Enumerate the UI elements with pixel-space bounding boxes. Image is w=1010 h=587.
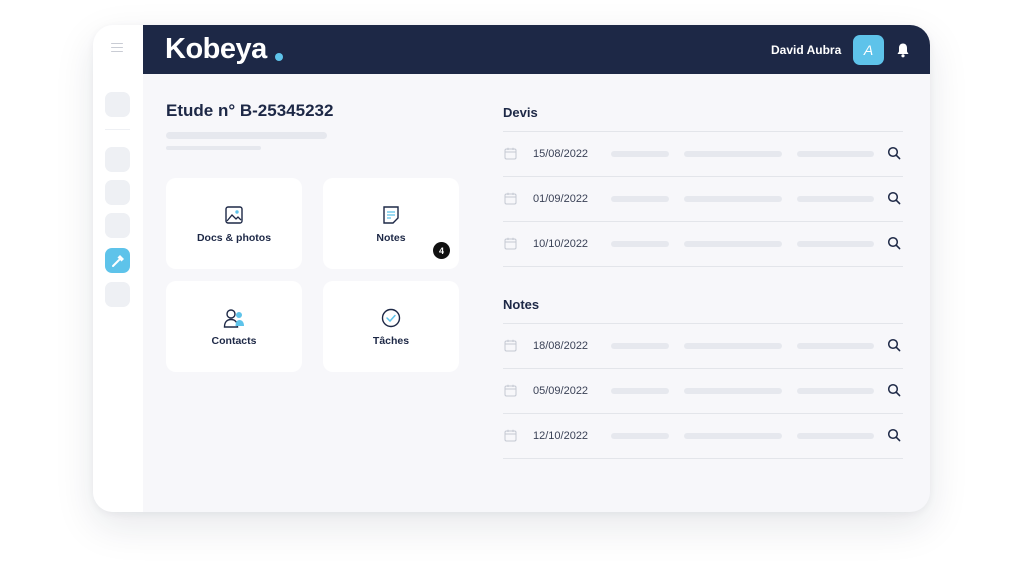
page-title: Etude n° B-25345232 [166, 101, 334, 120]
user-name[interactable]: David Aubra [771, 43, 841, 57]
sidebar [93, 25, 143, 512]
search-icon[interactable] [887, 338, 901, 352]
calendar-icon [504, 237, 517, 250]
skeleton-bar [797, 343, 874, 349]
skeleton-bar [611, 433, 669, 439]
image-icon [225, 205, 243, 224]
sidebar-item-5[interactable] [105, 282, 130, 307]
row-date: 18/08/2022 [533, 340, 589, 352]
skeleton-bar [611, 241, 669, 247]
card-label: Contacts [211, 334, 257, 347]
sidebar-item-2[interactable] [105, 147, 130, 172]
sidebar-item-3[interactable] [105, 180, 130, 205]
top-bar: Kobeya David Aubra A [143, 25, 930, 74]
row-date: 01/09/2022 [533, 193, 589, 205]
list-item[interactable]: 12/10/2022 [503, 414, 903, 459]
skeleton-bar [797, 433, 874, 439]
list-item[interactable]: 05/09/2022 [503, 369, 903, 414]
calendar-icon [504, 384, 517, 397]
hamburger-icon[interactable] [111, 43, 123, 55]
card-label: Notes [376, 231, 406, 244]
skeleton-bar [797, 196, 874, 202]
skeleton-bar [611, 343, 669, 349]
people-icon [223, 308, 244, 328]
bell-icon[interactable] [896, 42, 910, 58]
list-item[interactable]: 15/08/2022 [503, 132, 903, 177]
search-icon[interactable] [887, 383, 901, 397]
list-item[interactable]: 10/10/2022 [503, 222, 903, 267]
hammer-icon [111, 254, 124, 267]
sidebar-item-1[interactable] [105, 92, 130, 117]
list-item[interactable]: 18/08/2022 [503, 324, 903, 369]
skeleton-line [166, 146, 261, 150]
list-item[interactable]: 01/09/2022 [503, 177, 903, 222]
calendar-icon [504, 339, 517, 352]
sidebar-item-tools[interactable] [105, 248, 130, 273]
skeleton-bar [684, 343, 782, 349]
calendar-icon [504, 147, 517, 160]
skeleton-bar [611, 388, 669, 394]
search-icon[interactable] [887, 146, 901, 160]
skeleton-line [166, 132, 327, 139]
search-icon[interactable] [887, 236, 901, 250]
app-window: Kobeya David Aubra A Etude n° B-25345232… [93, 25, 930, 512]
search-icon[interactable] [887, 191, 901, 205]
skeleton-bar [684, 388, 782, 394]
sidebar-item-4[interactable] [105, 213, 130, 238]
row-date: 05/09/2022 [533, 385, 589, 397]
skeleton-bar [797, 241, 874, 247]
search-icon[interactable] [887, 428, 901, 442]
devis-title: Devis [503, 105, 538, 120]
card-contacts[interactable]: Contacts [166, 281, 302, 372]
logo[interactable]: Kobeya [165, 33, 267, 66]
skeleton-bar [611, 196, 669, 202]
card-taches[interactable]: Tâches [323, 281, 459, 372]
row-date: 12/10/2022 [533, 430, 589, 442]
sidebar-divider [105, 129, 130, 130]
skeleton-bar [684, 433, 782, 439]
note-icon [383, 205, 399, 224]
skeleton-bar [797, 388, 874, 394]
card-notes[interactable]: Notes 4 [323, 178, 459, 269]
divider [503, 266, 903, 267]
divider [503, 458, 903, 459]
skeleton-bar [684, 241, 782, 247]
calendar-icon [504, 429, 517, 442]
card-docs-photos[interactable]: Docs & photos [166, 178, 302, 269]
skeleton-bar [684, 151, 782, 157]
notes-title: Notes [503, 297, 540, 312]
card-label: Tâches [372, 334, 410, 347]
row-date: 15/08/2022 [533, 148, 589, 160]
avatar[interactable]: A [853, 35, 884, 65]
logo-dot [275, 53, 283, 61]
check-circle-icon [381, 308, 401, 327]
skeleton-bar [684, 196, 782, 202]
calendar-icon [504, 192, 517, 205]
row-date: 10/10/2022 [533, 238, 589, 250]
notes-count-badge: 4 [433, 242, 450, 259]
skeleton-bar [797, 151, 874, 157]
card-label: Docs & photos [196, 231, 272, 244]
skeleton-bar [611, 151, 669, 157]
